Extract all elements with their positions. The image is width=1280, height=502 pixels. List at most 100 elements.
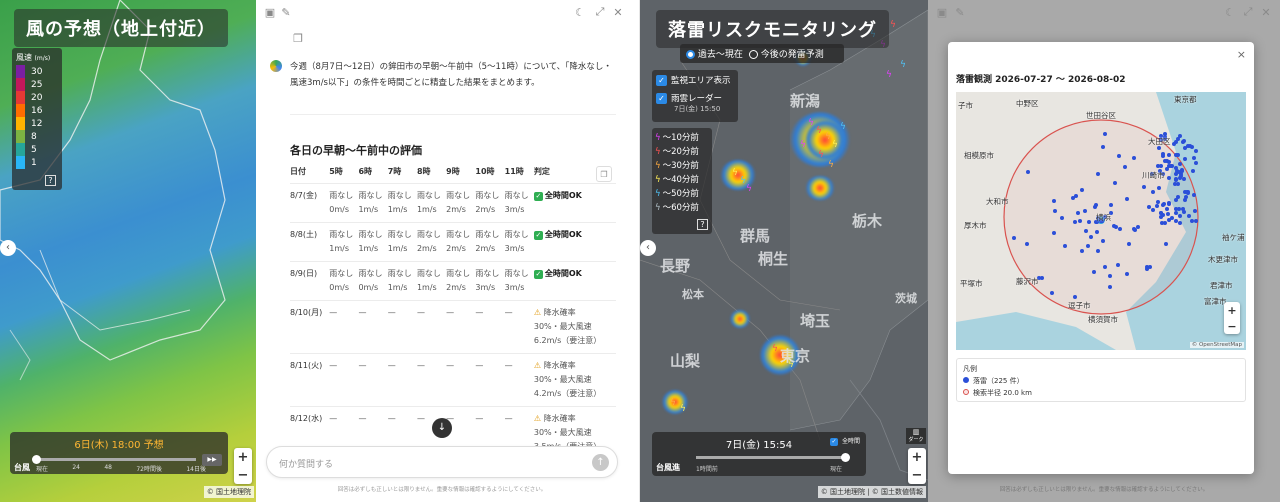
strike-legend: 凡例 落雷（225 件） 検索半径 20.0 km [956, 358, 1246, 402]
zoom-out-button[interactable]: − [238, 468, 249, 483]
modal-panel: ▣ ✎ ☾ ⤢ ✕ × 落雷観測 2026-07-27 〜 2026-08-02… [928, 0, 1280, 502]
verdict-line: ⚠ 降水確率 [534, 412, 616, 426]
bolt-icon: ϟ [655, 175, 661, 185]
scroll-down-icon[interactable]: ↓ [432, 418, 452, 438]
lightning-strike-icon: ϟ [825, 132, 831, 142]
hour-cell: — [505, 354, 534, 407]
lightning-time-slider[interactable] [696, 453, 850, 462]
expand-icon[interactable]: ⤢ [592, 4, 608, 20]
zoom-out-button[interactable]: − [1227, 320, 1236, 333]
modal-close-button[interactable]: × [1237, 48, 1246, 61]
help-icon[interactable]: ? [45, 175, 56, 186]
hour-cell: 雨なし 1m/s [358, 184, 387, 223]
slider-handle[interactable] [32, 455, 41, 464]
verdict-cell: ✓ 全時間OK [533, 262, 616, 301]
legend-value: 16 [31, 105, 43, 116]
cell-line: — [387, 308, 396, 317]
message-input[interactable]: 何か質問する ↑ [266, 446, 618, 478]
chat-panel: ▣ ✎ ☾ ⤢ ✕ ❐ 今週（8月7日〜12日）の鉾田市の早朝〜午前中（5〜11… [256, 0, 640, 502]
cell-line: 雨なし [358, 269, 383, 278]
sidebar-icon[interactable]: ▣ [934, 4, 950, 20]
copy-icon[interactable]: ❐ [290, 30, 306, 46]
moon-icon[interactable]: ☾ [1222, 4, 1238, 20]
hour-cell: 雨なし 2m/s [417, 223, 446, 262]
zoom-in-button[interactable]: + [1227, 304, 1236, 317]
dark-mode-button[interactable]: ▥ ダーク [906, 428, 926, 444]
close-icon[interactable]: ✕ [610, 4, 626, 20]
collapse-left-icon[interactable]: ‹ [0, 240, 16, 256]
verdict-text: 全時間OK [544, 230, 582, 239]
sidebar-icon[interactable]: ▣ [262, 4, 278, 20]
evaluation-table: 日付 5時 6時 7時 8時 9時 10時 11時 判定 8/7(金) 雨なし 0m/s 雨なし 1m/… [290, 160, 616, 460]
hour-cell: 雨なし 1m/s [388, 262, 417, 301]
radio-future[interactable]: 今後の発雷予測 [748, 47, 824, 60]
strike-map[interactable]: 子市 中野区 世田谷区 東京都 相模原市 大田区 川崎市 大和市 厚木市 横浜 袖ケ浦 木更津市 平塚市… [956, 92, 1246, 350]
collapse-left-icon[interactable]: ‹ [640, 240, 656, 256]
slider-handle[interactable] [841, 453, 850, 462]
strike-point [1158, 164, 1163, 168]
verdict-line: 30%・最大風速 [533, 428, 592, 437]
check-area[interactable]: ✓ 監視エリア表示 [656, 74, 734, 86]
divider [290, 114, 616, 115]
legend-label: 〜30分前 [662, 161, 699, 171]
cell-line: 0m/s [329, 283, 349, 292]
wind-legend-row: 1 [12, 156, 62, 169]
strike-point [1084, 228, 1089, 233]
legend-label: 〜20分前 [662, 147, 699, 157]
cell-line: 雨なし [416, 230, 441, 239]
column-header: 8時 [416, 167, 431, 176]
lightning-legend-row: ϟ 〜30分前 [655, 159, 709, 173]
hour-cell: 雨なし 2m/s [446, 223, 475, 262]
play-icon[interactable]: ▶▶ [202, 454, 222, 466]
close-icon[interactable]: ✕ [1258, 4, 1274, 20]
color-swatch [16, 117, 25, 130]
expand-icon[interactable]: ⤢ [1240, 4, 1256, 20]
hour-cell: — [417, 301, 446, 354]
strike-point [1166, 200, 1171, 205]
map-place-label: 大和市 [986, 197, 1009, 206]
cell-line: — [504, 414, 513, 423]
color-swatch [16, 156, 25, 169]
edit-icon[interactable]: ✎ [952, 4, 968, 20]
strike-point [1177, 213, 1182, 218]
hour-cell: — [329, 301, 358, 354]
lightning-strike-icon: ϟ [732, 168, 738, 178]
zoom-out-button[interactable]: − [912, 468, 923, 483]
verdict-line: ⚠ 降水確率 [534, 359, 616, 373]
date-cell: 8/9(日) [290, 269, 318, 278]
color-swatch [16, 130, 25, 143]
check-radar[interactable]: ✓ 雨雲レーダー [656, 92, 734, 104]
timeline-ticks: 現在 24 48 72時間後 14日後 [36, 464, 206, 473]
legend-label: 〜60分前 [662, 203, 699, 213]
lightning-map-panel[interactable]: ϟϟϟϟϟϟϟϟϟϟϟϟϟϟϟϟϟϟϟϟϟ 新潟長野群馬桐生栃木埼玉山梨東京茨城… [640, 0, 928, 502]
column-header: 判定 [533, 167, 550, 176]
map-place-label: 茨城 [895, 292, 917, 305]
modal-title: 落雷観測 2026-07-27 〜 2026-08-02 [956, 75, 1126, 85]
check-icon: ✓ [533, 270, 543, 279]
help-icon[interactable]: ? [697, 219, 708, 230]
edit-icon[interactable]: ✎ [278, 4, 294, 20]
all-time-toggle[interactable]: ✓ 全時間 [829, 436, 860, 446]
color-swatch [16, 104, 25, 117]
strike-point [1062, 244, 1067, 249]
zoom-in-button[interactable]: + [912, 450, 923, 465]
moon-icon[interactable]: ☾ [572, 4, 588, 20]
column-header: 7時 [387, 167, 402, 176]
radio-past[interactable]: 過去〜現在 [686, 47, 743, 60]
color-swatch [16, 91, 25, 104]
wind-time-slider[interactable] [32, 455, 196, 464]
verdict-text: 全時間OK [544, 191, 582, 200]
wind-legend-row: 16 [12, 104, 62, 117]
cell-line: 2m/s [446, 244, 466, 253]
cell-line: 雨なし [358, 230, 383, 239]
send-button[interactable]: ↑ [592, 454, 609, 471]
cell-line: 3m/s [504, 283, 525, 292]
strike-point [1165, 211, 1170, 216]
wind-map-panel[interactable]: 風の予想（地上付近） 風速 (m/s) 30 25 20 16 12 8 5 1 ? ‹ 6日… [0, 0, 256, 502]
legend-value: 1 [31, 157, 37, 168]
zoom-in-button[interactable]: + [238, 450, 249, 465]
strike-modal: × 落雷観測 2026-07-27 〜 2026-08-02 子市 中野区 世田谷区… [948, 42, 1254, 474]
column-header: 10時 [475, 167, 495, 176]
map-place-label: 松本 [682, 288, 704, 301]
strike-point [1072, 220, 1077, 225]
